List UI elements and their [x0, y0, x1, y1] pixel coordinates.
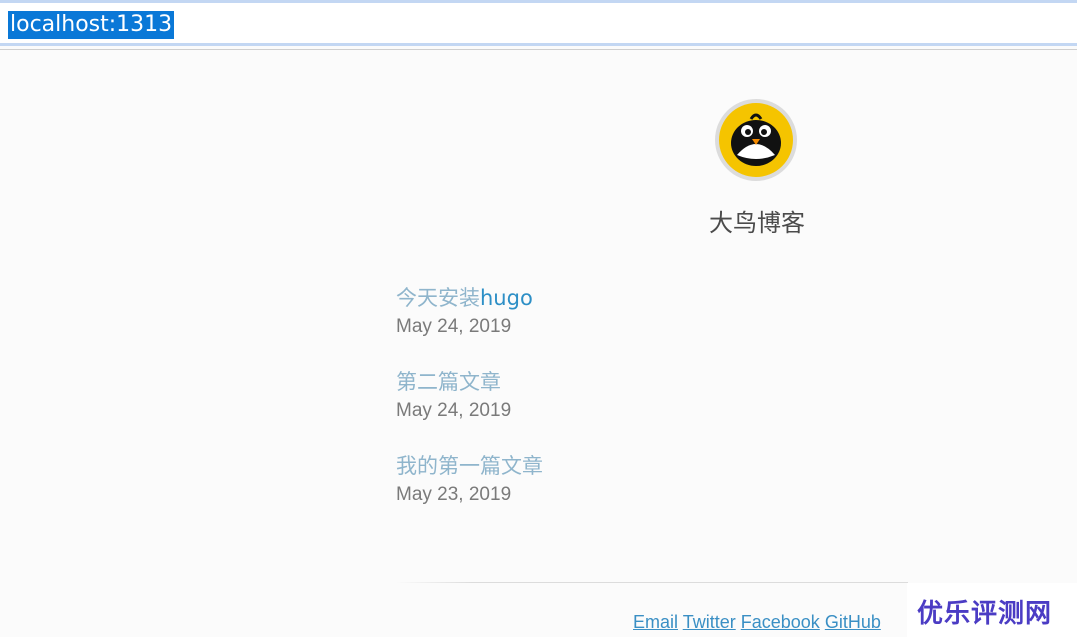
github-link[interactable]: GitHub: [825, 612, 881, 632]
email-link[interactable]: Email: [633, 612, 678, 632]
address-bar[interactable]: localhost:1313: [0, 0, 1077, 46]
post-date: May 24, 2019: [396, 316, 512, 337]
address-bar-url[interactable]: localhost:1313: [8, 11, 175, 39]
post-title-text: 我的第一篇文章: [396, 454, 543, 478]
post-title-link[interactable]: 第二篇文章: [396, 368, 796, 396]
post-date: May 23, 2019: [396, 484, 512, 505]
list-item: 今天安装hugo May 24, 2019: [396, 284, 796, 368]
post-list: 今天安装hugo May 24, 2019 第二篇文章 May 24, 2019…: [396, 284, 796, 536]
watermark-text: 优乐评测网: [917, 599, 1053, 629]
list-item: 我的第一篇文章 May 23, 2019: [396, 452, 796, 536]
site-title: 大鸟博客: [709, 209, 805, 237]
post-title-text: 今天安装: [396, 286, 480, 310]
list-item: 第二篇文章 May 24, 2019: [396, 368, 796, 452]
post-date: May 24, 2019: [396, 400, 512, 421]
footer-divider: [396, 582, 908, 583]
facebook-link[interactable]: Facebook: [741, 612, 820, 632]
post-title-link[interactable]: 我的第一篇文章: [396, 452, 796, 480]
post-title-text: 第二篇文章: [396, 370, 501, 394]
footer-links: Email Twitter Facebook GitHub: [633, 610, 881, 634]
post-title-highlight: hugo: [480, 286, 533, 310]
penguin-avatar-icon: [719, 103, 793, 177]
divider: [0, 49, 1077, 50]
watermark: 优乐评测网: [907, 583, 1077, 637]
twitter-link[interactable]: Twitter: [683, 612, 736, 632]
avatar: [715, 99, 797, 181]
post-title-link[interactable]: 今天安装hugo: [396, 284, 796, 312]
